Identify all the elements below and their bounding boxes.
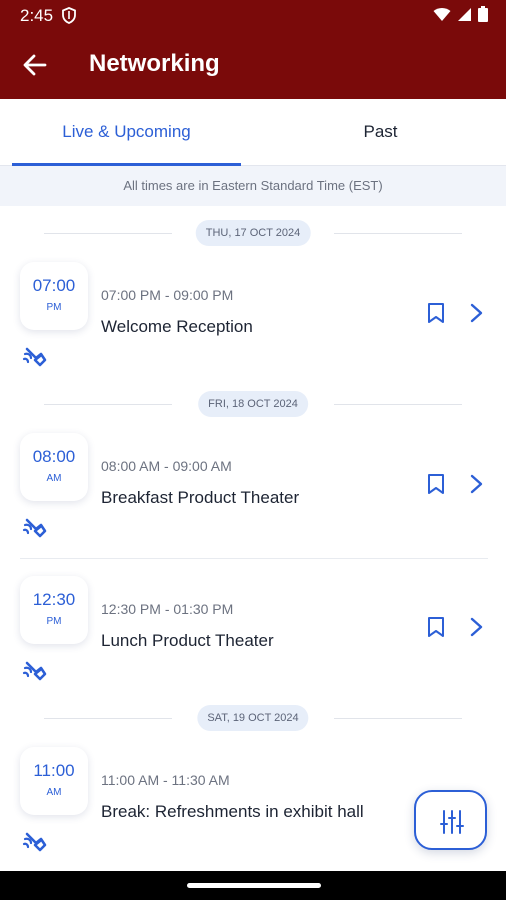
time-badge-time: 12:30 (32, 590, 76, 609)
system-nav-bar (0, 871, 506, 900)
system-icons (433, 6, 488, 22)
page-title: Networking (89, 50, 220, 77)
app-bar: Networking (0, 32, 506, 99)
networking-icon (22, 832, 47, 852)
session-time-range: 11:00 AM - 11:30 AM (101, 772, 230, 788)
time-badge-ampm: PM (46, 302, 62, 313)
session-title[interactable]: Break: Refreshments in exhibit hall (101, 802, 364, 822)
chevron-right-icon[interactable] (466, 302, 486, 324)
time-badge: 12:30 PM (20, 576, 88, 644)
shield-icon (62, 7, 76, 24)
date-separator: FRI, 18 OCT 2024 (0, 391, 506, 419)
filter-button[interactable] (414, 790, 487, 850)
session-item[interactable]: 12:30 PM 12:30 PM - 01:30 PM Lunch Produ… (0, 576, 506, 706)
networking-icon (22, 661, 47, 681)
session-title[interactable]: Lunch Product Theater (101, 631, 274, 651)
networking-icon (22, 347, 47, 367)
session-title[interactable]: Welcome Reception (101, 317, 253, 337)
status-time: 2:45 (20, 6, 54, 25)
time-badge-time: 08:00 (32, 447, 76, 466)
date-separator: SAT, 19 OCT 2024 (0, 705, 506, 733)
time-badge: 08:00 AM (20, 433, 88, 501)
date-separator: THU, 17 OCT 2024 (0, 220, 506, 248)
back-arrow-icon[interactable] (22, 52, 48, 78)
time-badge-time: 07:00 (32, 276, 76, 295)
networking-icon (22, 518, 47, 538)
date-pill: FRI, 18 OCT 2024 (198, 391, 308, 417)
chevron-right-icon[interactable] (466, 473, 486, 495)
time-badge-time: 11:00 (33, 761, 75, 780)
date-pill: SAT, 19 OCT 2024 (197, 705, 309, 731)
row-divider (20, 558, 488, 559)
wifi-icon (433, 7, 451, 21)
home-handle[interactable] (187, 883, 321, 888)
tab-bar: Live & Upcoming Past (0, 99, 506, 166)
session-time-range: 07:00 PM - 09:00 PM (101, 287, 234, 303)
time-badge: 07:00 PM (20, 262, 88, 330)
bookmark-icon[interactable] (426, 473, 446, 495)
chevron-right-icon[interactable] (466, 616, 486, 638)
session-list[interactable]: THU, 17 OCT 2024 07:00 PM 07:00 PM - 09:… (0, 206, 506, 871)
session-time-range: 12:30 PM - 01:30 PM (101, 601, 234, 617)
filter-sliders-icon (440, 810, 464, 834)
bookmark-icon[interactable] (426, 302, 446, 324)
time-badge-ampm: PM (46, 616, 62, 627)
signal-icon (458, 7, 471, 21)
session-title[interactable]: Breakfast Product Theater (101, 488, 299, 508)
session-item[interactable]: 07:00 PM 07:00 PM - 09:00 PM Welcome Rec… (0, 262, 506, 392)
date-pill: THU, 17 OCT 2024 (195, 220, 311, 246)
time-badge: 11:00 AM (20, 747, 88, 815)
time-badge-ampm: AM (46, 473, 62, 484)
battery-icon (478, 6, 488, 22)
timezone-note: All times are in Eastern Standard Time (… (0, 166, 506, 206)
session-time-range: 08:00 AM - 09:00 AM (101, 458, 232, 474)
tab-live-upcoming[interactable]: Live & Upcoming (12, 99, 241, 166)
time-badge-ampm: AM (46, 787, 62, 798)
tab-past[interactable]: Past (266, 99, 495, 166)
status-bar: 2:45 (0, 0, 506, 32)
bookmark-icon[interactable] (426, 616, 446, 638)
session-item[interactable]: 08:00 AM 08:00 AM - 09:00 AM Breakfast P… (0, 433, 506, 563)
